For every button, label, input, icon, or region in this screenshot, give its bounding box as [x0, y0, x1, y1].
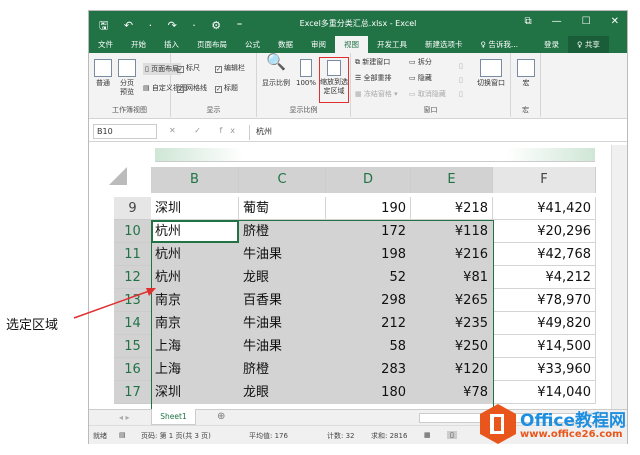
watermark-logo: Office教程网 www.office26.com: [478, 402, 628, 448]
annotation-arrow: [73, 288, 156, 319]
annotation-label: 选定区域: [6, 318, 59, 333]
office-logo-icon: [480, 404, 516, 444]
